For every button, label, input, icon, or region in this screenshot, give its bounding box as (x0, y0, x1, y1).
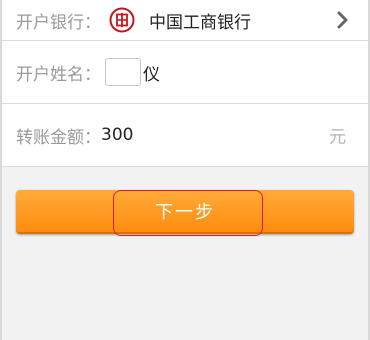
bank-select-row[interactable]: 开户银行： 中国工商银行 (2, 0, 368, 41)
currency-unit: 元 (329, 127, 346, 148)
account-name-tail: 仪 (143, 64, 160, 85)
bank-name: 中国工商银行 (149, 12, 251, 33)
transfer-amount-label: 转账金额： (16, 127, 101, 148)
icbc-logo-icon (109, 7, 135, 33)
next-step-button[interactable]: 下一步 (16, 190, 354, 234)
account-name-label: 开户姓名： (16, 64, 101, 85)
transfer-form: 开户银行： 中国工商银行 开户姓名： 仪 转账金额： 300 元 (2, 0, 368, 167)
chevron-right-icon[interactable] (336, 11, 350, 29)
account-name-input[interactable] (105, 58, 141, 86)
account-name-row: 开户姓名： 仪 (2, 41, 368, 104)
bank-label: 开户银行： (16, 12, 101, 33)
transfer-amount-row: 转账金额： 300 元 (2, 104, 368, 167)
next-step-label: 下一步 (155, 202, 215, 223)
transfer-amount-value: 300 (101, 125, 134, 145)
